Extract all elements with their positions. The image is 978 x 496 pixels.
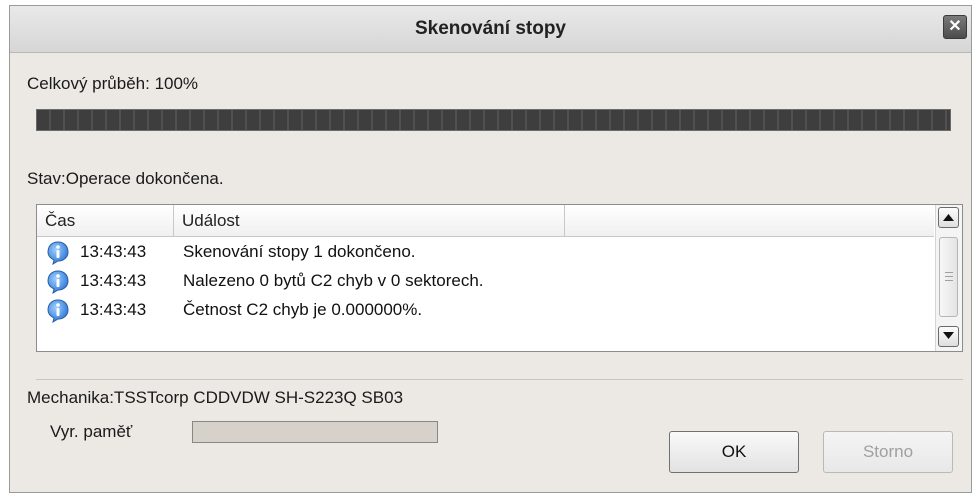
event-log-list[interactable]: Čas Událost 13:43:43 Skenování stopy 1 d… <box>36 204 963 352</box>
log-event: Nalezeno 0 bytů C2 chyb v 0 sektorech. <box>183 271 484 290</box>
grip-line <box>945 272 953 273</box>
info-icon <box>47 241 69 265</box>
arrow-down-icon <box>943 332 954 339</box>
window-title: Skenování stopy <box>415 18 566 39</box>
list-item[interactable]: 13:43:43 Skenování stopy 1 dokončeno. <box>37 238 934 267</box>
grip-line <box>945 276 953 277</box>
info-icon <box>47 299 69 323</box>
list-item[interactable]: 13:43:43 Četnost C2 chyb je 0.000000%. <box>37 296 934 325</box>
log-time: 13:43:43 <box>80 242 147 261</box>
buffer-progress-bar <box>192 421 438 443</box>
log-time: 13:43:43 <box>80 271 147 290</box>
info-icon <box>47 270 69 294</box>
ok-button[interactable]: OK <box>669 431 799 473</box>
status-text: Stav:Operace dokončena. <box>27 169 224 188</box>
arrow-up-icon <box>943 214 954 221</box>
drive-label: Mechanika:TSSTcorp CDDVDW SH-S223Q SB03 <box>27 388 404 407</box>
cancel-button[interactable]: Storno <box>823 431 953 473</box>
scroll-thumb[interactable] <box>939 237 958 317</box>
list-item[interactable]: 13:43:43 Nalezeno 0 bytů C2 chyb v 0 sek… <box>37 267 934 296</box>
vertical-scrollbar[interactable] <box>935 205 962 351</box>
log-rows: 13:43:43 Skenování stopy 1 dokončeno. 13… <box>37 238 934 325</box>
progress-bar-fill <box>37 110 950 130</box>
column-header-event[interactable]: Událost <box>174 205 565 236</box>
scan-track-dialog: Skenování stopy ✕ Celkový průběh: 100% S… <box>9 5 972 493</box>
scroll-down-button[interactable] <box>938 326 959 347</box>
log-header: Čas Událost <box>37 205 934 237</box>
column-header-time[interactable]: Čas <box>37 205 174 236</box>
log-event: Četnost C2 chyb je 0.000000%. <box>183 300 423 319</box>
scroll-up-button[interactable] <box>938 207 959 228</box>
divider <box>36 379 963 380</box>
total-progress-bar <box>36 109 951 131</box>
log-event: Skenování stopy 1 dokončeno. <box>183 242 416 261</box>
title-bar[interactable]: Skenování stopy ✕ <box>10 6 971 53</box>
buffer-label: Vyr. paměť <box>50 422 133 441</box>
grip-line <box>945 280 953 281</box>
close-button[interactable]: ✕ <box>943 15 967 39</box>
log-time: 13:43:43 <box>80 300 147 319</box>
column-header-extra[interactable] <box>565 205 934 236</box>
total-progress-label: Celkový průběh: 100% <box>27 74 199 93</box>
